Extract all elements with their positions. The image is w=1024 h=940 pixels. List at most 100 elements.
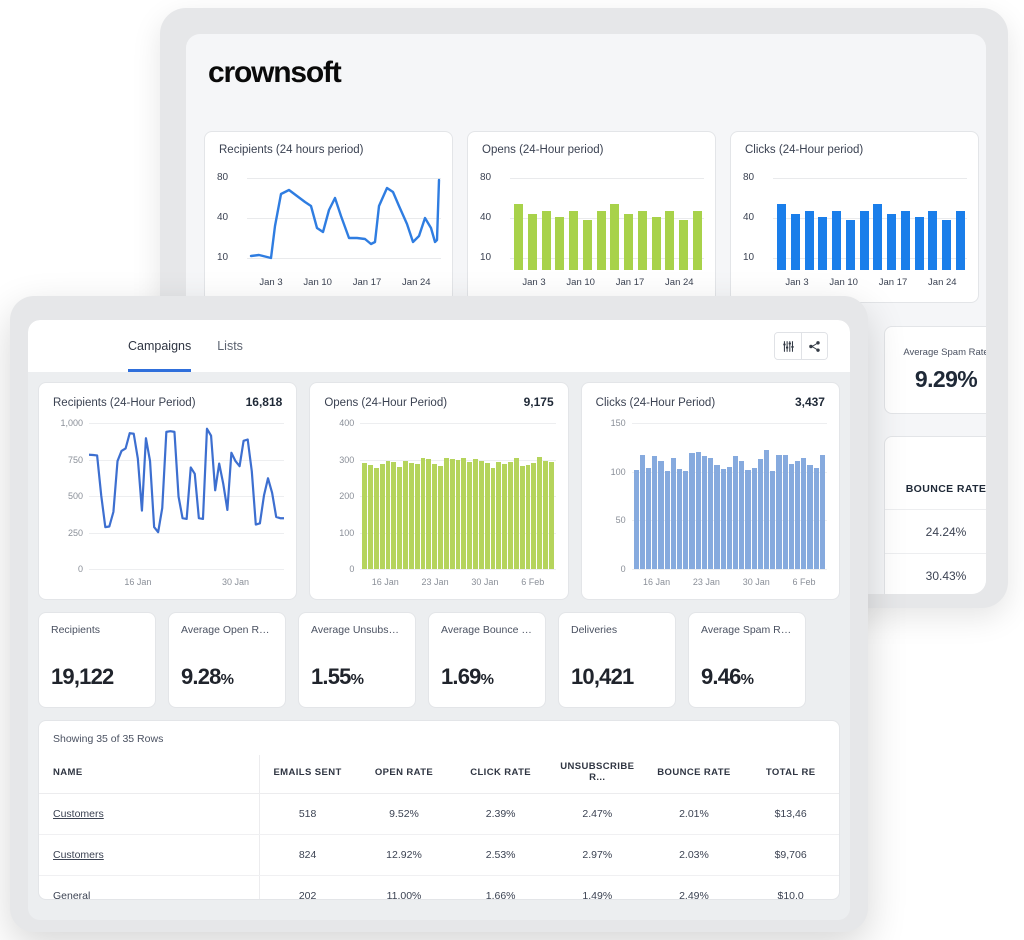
y-axis: 1,000 750 500 250 0	[53, 418, 87, 574]
tab-label: Campaigns	[128, 339, 192, 353]
bar	[368, 465, 373, 569]
bar	[859, 210, 869, 270]
foreground-window-content: Campaigns Lists Recipients (24-Hour Peri…	[28, 320, 850, 920]
bar	[652, 456, 658, 569]
chart-plot-area: 400 300 200 100 0 16 Jan 23 Jan 30 Jan 6 Feb	[324, 418, 556, 587]
bar	[502, 463, 508, 569]
campaign-link[interactable]: Customers	[53, 808, 104, 820]
column-header-unsubscribe-rate[interactable]: UNSUBSCRIBE R...	[548, 755, 646, 794]
bar	[832, 210, 842, 270]
kpi-card: Average Bounce R... 1.69%	[428, 612, 546, 708]
background-chart-opens: Opens (24-Hour period) 80 40 10 Jan 3 Ja…	[467, 131, 716, 303]
bar	[414, 463, 420, 569]
cell-name[interactable]: Customers	[39, 793, 260, 835]
bounce-rate-table: BOUNCE RATE 24.24% 30.43% 44.24%	[884, 436, 986, 594]
column-header-bounce-rate[interactable]: BOUNCE RATE	[645, 755, 743, 794]
toolbar-buttons	[774, 332, 828, 360]
table-row: Customers 518 9.52% 2.39% 2.47% 2.01% $13,46	[39, 793, 839, 835]
bar	[873, 204, 883, 270]
chart-header: Opens (24-Hour Period) 9,175	[324, 395, 553, 409]
column-header-open-rate[interactable]: OPEN RATE	[355, 755, 453, 794]
kpi-label: Average Spam Rate	[701, 624, 793, 636]
cell-total-revenue: $10,0	[742, 875, 839, 899]
table-head: NAME EMAILS SENT OPEN RATE CLICK RATE UN…	[39, 755, 839, 794]
kpi-label: Recipients	[51, 624, 101, 636]
cell-name[interactable]: Customers	[39, 834, 260, 876]
cell-bounce-rate: 2.03%	[645, 834, 743, 876]
tab-lists[interactable]: Lists	[217, 320, 243, 372]
y-tick: 1,000	[60, 418, 83, 428]
line-series	[249, 178, 441, 260]
bar	[714, 464, 720, 569]
bar	[484, 463, 490, 569]
column-header-emails-sent[interactable]: EMAILS SENT	[259, 755, 356, 794]
chart-header: Clicks (24-Hour Period) 3,437	[596, 395, 825, 409]
bar	[928, 210, 938, 270]
y-tick: 750	[67, 454, 83, 465]
x-tick: 30 Jan	[471, 577, 499, 587]
kpi-value: 9.46%	[701, 664, 754, 689]
bar	[514, 204, 523, 270]
cell-name[interactable]: General	[39, 875, 260, 899]
x-axis: Jan 3 Jan 10 Jan 17 Jan 24	[512, 277, 704, 288]
table-row: 30.43%	[885, 553, 986, 594]
background-chart-recipients: Recipients (24 hours period) 80 40 10 Ja…	[204, 131, 453, 303]
campaign-link[interactable]: General	[53, 890, 90, 899]
bar	[610, 204, 620, 270]
x-tick: Jan 3	[522, 277, 546, 288]
tab-list: Campaigns Lists	[128, 320, 243, 372]
bar	[818, 217, 828, 270]
bar	[569, 210, 579, 270]
bar	[473, 458, 478, 569]
kpi-card: Recipients 19,122	[38, 612, 156, 708]
gridline	[773, 178, 967, 179]
y-tick: 40	[217, 212, 229, 223]
share-button[interactable]	[801, 333, 827, 359]
bar	[794, 460, 801, 569]
cell-click-rate: 2.53%	[452, 834, 549, 876]
y-tick: 150	[610, 418, 626, 428]
bar	[739, 460, 745, 569]
chart-title: Opens (24-Hour Period)	[324, 397, 448, 409]
cell-emails-sent: 202	[259, 875, 356, 899]
bar	[426, 459, 432, 569]
bar	[537, 457, 542, 569]
bar	[807, 464, 813, 569]
dashboard-body: Recipients (24-Hour Period) 16,818 1,000…	[28, 372, 850, 920]
kpi-value: 19,122	[51, 664, 114, 689]
bar	[403, 461, 408, 569]
cell-click-rate: 2.39%	[452, 793, 549, 835]
bar	[527, 213, 537, 270]
column-header-name[interactable]: NAME	[39, 755, 260, 794]
gridline	[360, 569, 556, 570]
column-header-total-revenue[interactable]: TOTAL RE	[742, 755, 839, 794]
y-tick: 40	[743, 212, 755, 223]
bar-series	[362, 423, 554, 569]
x-tick: Jan 24	[402, 277, 431, 288]
kpi-value: 1.55%	[311, 664, 364, 689]
y-tick: 10	[743, 252, 755, 263]
screenshot-root: crownsoft Recipients (24 hours period) 8…	[0, 0, 1024, 940]
table-body: Customers 518 9.52% 2.39% 2.47% 2.01% $13,46 Cu…	[39, 793, 839, 899]
filter-sliders-button[interactable]	[775, 333, 801, 359]
bar	[788, 463, 794, 569]
bar	[751, 467, 757, 569]
chart-plot-area: 1,000 750 500 250 0 16 Jan 30 Jan	[53, 418, 285, 587]
bar-series	[777, 182, 965, 270]
bar	[777, 204, 786, 270]
table-row: Customers 824 12.92% 2.53% 2.97% 2.03% $9,706	[39, 834, 839, 876]
column-header-click-rate[interactable]: CLICK RATE	[452, 755, 549, 794]
chart-title: Recipients (24 hours period)	[219, 144, 364, 156]
kpi-value-suffix: %	[740, 671, 754, 688]
tab-campaigns[interactable]: Campaigns	[128, 320, 192, 372]
background-chart-clicks: Clicks (24-Hour period) 80 40 10 Jan 3 J…	[730, 131, 979, 303]
bar	[887, 213, 897, 270]
bar	[420, 458, 426, 569]
y-tick: 80	[743, 172, 755, 183]
cell-emails-sent: 518	[259, 793, 356, 835]
bar	[624, 213, 634, 270]
bar	[900, 210, 910, 270]
card-label: Average Spam Rate	[903, 347, 986, 358]
campaign-link[interactable]: Customers	[53, 849, 104, 861]
cell-open-rate: 9.52%	[355, 793, 453, 835]
